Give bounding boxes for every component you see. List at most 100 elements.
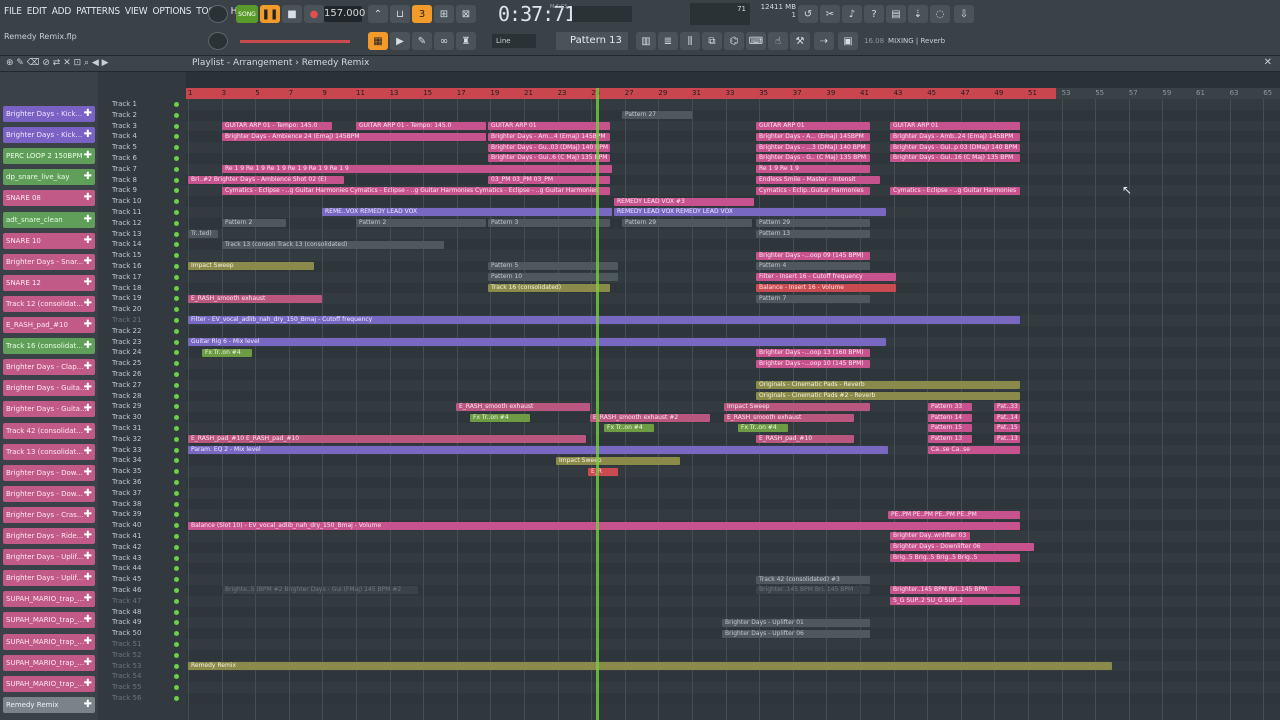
track-mute-led[interactable] — [174, 188, 179, 194]
playlist-clip[interactable]: Track 16 (consolidated) — [488, 284, 610, 292]
project-info-button[interactable]: ⚒ — [790, 32, 810, 50]
track-mute-led[interactable] — [174, 307, 179, 313]
track-name[interactable]: Track 36 — [112, 477, 141, 488]
track-name[interactable]: Track 46 — [112, 585, 141, 596]
track-mute-led[interactable] — [174, 652, 179, 658]
track-mute-led[interactable] — [174, 231, 179, 237]
track-mute-led[interactable] — [174, 415, 179, 421]
snap-select[interactable]: Line — [492, 34, 536, 48]
master-volume-slider[interactable] — [240, 40, 350, 43]
browser-button[interactable]: ⧉ — [702, 32, 722, 50]
track-mute-led[interactable] — [174, 318, 179, 323]
playlist-clip[interactable]: Tr..ted) — [188, 230, 218, 238]
track-name[interactable]: Track 1 — [112, 99, 137, 110]
playlist-clip[interactable]: Pattern 29 — [622, 219, 752, 228]
playlist-clip[interactable]: Pattern 3 — [488, 219, 610, 228]
playlist-clip[interactable]: Brighte..5 (BPM #2 Brighter Days - Gui (… — [222, 586, 418, 595]
track-mute-led[interactable] — [174, 393, 179, 399]
playlist-clip[interactable]: Balance (Slot 10) - EV_vocal_adlib_nah_d… — [188, 521, 1020, 530]
playlist-clip[interactable]: E_RASH_smooth exhaust — [188, 294, 322, 303]
playlist-clip[interactable]: Filter - EV_vocal_adlib_nah_dry_150_Bmaj… — [188, 316, 1020, 325]
track-lane[interactable] — [186, 639, 1280, 650]
track-name[interactable]: Track 41 — [112, 531, 141, 542]
track-name[interactable]: Track 8 — [112, 175, 137, 186]
playlist-clip[interactable]: Impact Sweep — [188, 262, 314, 271]
save-button[interactable]: ▤ — [886, 5, 906, 23]
channel-button[interactable]: SUPAH_MARIO_trap_... ✚ — [3, 612, 95, 629]
track-name[interactable]: Track 15 — [112, 250, 141, 261]
track-lane[interactable] — [186, 174, 1280, 186]
playlist-clip[interactable]: Filter - Insert 16 - Cutoff frequency — [756, 273, 896, 282]
playlist-clip[interactable]: Brighter Days - Amb..24 (Emaj) 145BPM — [890, 132, 1020, 141]
playlist-clip[interactable]: GUITAR ARP 01 - Tempo: 145.0 — [222, 122, 332, 130]
channel-button[interactable]: Brighter Days - Snar... ✚ — [3, 253, 95, 270]
track-lane[interactable] — [186, 261, 1280, 272]
track-name[interactable]: Track 39 — [112, 509, 141, 520]
channel-button[interactable]: Brighter Days - Clap... ✚ — [3, 359, 95, 376]
channel-button[interactable]: SNARE 12 ✚ — [3, 274, 95, 291]
track-name[interactable]: Track 31 — [112, 423, 141, 434]
track-lane[interactable] — [186, 509, 1280, 521]
track-name[interactable]: Track 38 — [112, 499, 141, 510]
track-lane[interactable] — [186, 466, 1280, 477]
playlist-clip[interactable]: Fx Tr..on #4 — [738, 424, 788, 433]
mixer-button[interactable]: ⫼ — [680, 32, 700, 50]
news-button[interactable]: ▣ — [838, 32, 858, 50]
track-mute-led[interactable] — [174, 177, 179, 183]
track-lane[interactable] — [186, 552, 1280, 564]
playlist-clip[interactable]: E_R — [588, 467, 618, 476]
playlist-clip[interactable]: Endless Smile - Master - Intensit — [756, 176, 880, 184]
track-name[interactable]: Track 26 — [112, 369, 141, 380]
track-name[interactable]: Track 56 — [112, 693, 141, 704]
track-name[interactable]: Track 10 — [112, 196, 141, 207]
track-lane[interactable] — [186, 347, 1280, 359]
channel-rack-button[interactable]: ≣ — [658, 32, 678, 50]
playlist-clip[interactable]: Brighter Days - Uplifter 01 — [722, 618, 870, 627]
channel-button[interactable]: SUPAH_MARIO_trap_... ✚ — [3, 633, 95, 650]
track-lane[interactable] — [186, 250, 1280, 261]
track-name[interactable]: Track 30 — [112, 412, 141, 423]
track-name[interactable]: Track 20 — [112, 304, 141, 315]
track-lane[interactable] — [186, 325, 1280, 337]
track-mute-led[interactable] — [174, 696, 179, 701]
track-name[interactable]: Track 11 — [112, 207, 141, 218]
track-name[interactable]: Track 2 — [112, 110, 137, 121]
track-lane[interactable] — [186, 487, 1280, 499]
playlist-clip[interactable]: REME..VOX REMEDY LEAD VOX — [322, 208, 612, 217]
tempo-display[interactable]: 157.000 — [324, 6, 365, 22]
channel-button[interactable]: Brighter Days - Dow... ✚ — [3, 464, 95, 481]
channel-button[interactable]: Brighter Days - Ride... ✚ — [3, 528, 95, 544]
stop-button[interactable]: ■ — [282, 5, 302, 23]
playlist-clip[interactable]: Fx Tr..on #4 — [470, 413, 530, 422]
track-mute-led[interactable] — [174, 339, 179, 345]
plugin-picker-button[interactable]: ⌬ — [724, 32, 744, 50]
track-lane[interactable] — [186, 531, 1280, 542]
playlist-clip[interactable]: GUITAR ARP 01 — [488, 122, 610, 130]
channel-button[interactable]: Brighter Days - Kick... ✚ — [3, 106, 95, 122]
master-volume-knob[interactable] — [208, 5, 228, 23]
track-mute-led[interactable] — [174, 566, 179, 572]
playlist-clip[interactable]: Pattern 14 — [928, 413, 972, 422]
playlist-clip[interactable]: Pattern 2 — [356, 219, 486, 228]
menu-view[interactable]: VIEW — [125, 6, 148, 17]
playlist-clip[interactable]: Re 1 9 Re 1 9 Re 1 9 Re 1 9 Re 1 9 Re 1 … — [222, 165, 612, 174]
track-mute-led[interactable] — [174, 350, 179, 356]
track-lane[interactable] — [186, 574, 1280, 585]
track-mute-led[interactable] — [174, 156, 179, 161]
track-name[interactable]: Track 32 — [112, 434, 141, 445]
playhead[interactable] — [596, 88, 599, 720]
playlist-clip[interactable]: Brighter Days -...oop 09 (145 BPM) — [756, 251, 870, 260]
channel-button[interactable]: Track 16 (consolidat... ✚ — [3, 338, 95, 355]
channel-button[interactable]: Brighter Days - Uplif... ✚ — [3, 570, 95, 587]
chat-button[interactable]: ◌ — [930, 5, 950, 23]
track-name[interactable]: Track 12 — [112, 218, 141, 229]
track-lane[interactable] — [186, 390, 1280, 402]
track-mute-led[interactable] — [174, 220, 179, 226]
track-mute-led[interactable] — [174, 264, 179, 269]
playlist-clip[interactable]: Brighter Days - ...3 (DMaj) 140 BPM — [756, 143, 870, 152]
track-mute-led[interactable] — [174, 253, 179, 259]
track-lane[interactable] — [186, 282, 1280, 294]
channel-button[interactable]: Track 42 (consolidat... ✚ — [3, 422, 95, 439]
track-lane[interactable] — [186, 671, 1280, 683]
track-mute-led[interactable] — [174, 512, 179, 518]
